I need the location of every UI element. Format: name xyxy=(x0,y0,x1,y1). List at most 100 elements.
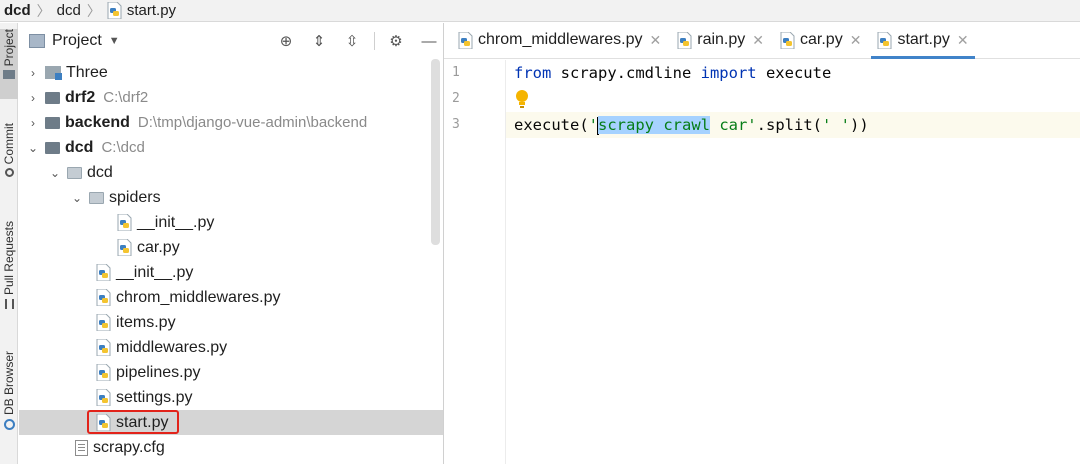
python-file-icon xyxy=(107,2,122,19)
chevron-right-icon[interactable]: › xyxy=(27,91,39,105)
toolstrip-tab-label: DB Browser xyxy=(2,351,16,416)
tree-item-drf2[interactable]: › drf2 C:\drf2 xyxy=(19,85,443,110)
locate-file-icon[interactable]: ⊕ xyxy=(274,29,298,53)
tree-item-chrom-middlewares[interactable]: chrom_middlewares.py xyxy=(19,285,443,310)
python-file-icon xyxy=(96,389,111,406)
python-file-icon xyxy=(877,31,892,49)
chevron-right-icon[interactable]: › xyxy=(27,116,39,130)
tab-label: chrom_middlewares.py xyxy=(478,31,643,48)
project-panel: Project ▼ ⊕ ⇕ ⇳ ⚙ — › Three › drf2 C:\dr… xyxy=(19,23,443,464)
chevron-right-icon[interactable]: › xyxy=(27,66,39,80)
editor: chrom_middlewares.py ✕ rain.py ✕ car.py … xyxy=(444,23,1080,464)
tree-item-label: dcd xyxy=(65,138,94,156)
line-number: 1 xyxy=(452,65,460,80)
tree-item-label: scrapy.cfg xyxy=(93,438,165,456)
expand-all-icon[interactable]: ⇕ xyxy=(307,29,331,53)
close-icon[interactable]: ✕ xyxy=(650,32,662,49)
breadcrumb-project[interactable]: dcd xyxy=(4,2,31,19)
tree-item-three[interactable]: › Three xyxy=(19,60,443,85)
chevron-down-icon[interactable]: ▼ xyxy=(109,35,120,47)
tool-window-strip: Project Commit Pull Requests DB Browser xyxy=(0,23,18,464)
code-line-3: execute('scrapy crawl car'.split(' ')) xyxy=(506,112,1080,138)
tree-item-dcd-root[interactable]: ⌄ dcd C:\dcd xyxy=(19,135,443,160)
project-view-selector[interactable]: Project xyxy=(52,32,102,50)
tab-rain[interactable]: rain.py ✕ xyxy=(671,22,770,58)
tree-item-label: middlewares.py xyxy=(116,338,228,356)
tab-label: car.py xyxy=(800,31,843,48)
project-toolbar: ⊕ ⇕ ⇳ ⚙ — xyxy=(265,23,443,59)
folder-icon xyxy=(45,141,60,154)
tree-item-label: drf2 xyxy=(65,88,96,106)
tab-chrom-middlewares[interactable]: chrom_middlewares.py ✕ xyxy=(452,22,667,58)
collapse-all-icon[interactable]: ⇳ xyxy=(340,29,364,53)
tree-item-label: chrom_middlewares.py xyxy=(116,288,281,306)
tree-item-path: D:\tmp\django-vue-admin\backend xyxy=(137,114,368,131)
toolstrip-tab-project[interactable]: Project xyxy=(0,29,18,99)
tree-item-label: __init__.py xyxy=(137,213,215,231)
tree-item-label: __init__.py xyxy=(116,263,194,281)
tree-item-label: items.py xyxy=(116,313,176,331)
python-file-icon xyxy=(780,31,795,49)
tree-item-start-py[interactable]: start.py xyxy=(19,410,443,435)
project-tree: › Three › drf2 C:\drf2 › backend D:\tmp\… xyxy=(19,60,443,460)
tree-item-dcd-init[interactable]: __init__.py xyxy=(19,260,443,285)
folder-icon xyxy=(45,116,60,129)
tab-car[interactable]: car.py ✕ xyxy=(774,22,867,58)
chevron-down-icon[interactable]: ⌄ xyxy=(71,191,83,205)
chevron-down-icon[interactable]: ⌄ xyxy=(49,166,61,180)
pull-request-icon xyxy=(4,299,14,310)
tab-start[interactable]: start.py ✕ xyxy=(871,22,975,59)
hide-icon[interactable]: — xyxy=(417,29,441,53)
keyword-token: from xyxy=(514,64,552,82)
breadcrumb: dcd 〉 dcd 〉 start.py xyxy=(0,0,1080,22)
gear-icon[interactable]: ⚙ xyxy=(384,29,408,53)
close-icon[interactable]: ✕ xyxy=(850,32,862,49)
tree-item-pipelines-py[interactable]: pipelines.py xyxy=(19,360,443,385)
tree-item-settings-py[interactable]: settings.py xyxy=(19,385,443,410)
editor-tabs: chrom_middlewares.py ✕ rain.py ✕ car.py … xyxy=(444,23,1080,59)
close-icon[interactable]: ✕ xyxy=(752,32,764,49)
tree-item-label: spiders xyxy=(109,188,161,206)
toolstrip-tab-pull-requests[interactable]: Pull Requests xyxy=(0,221,18,325)
line-number-gutter: 1 2 3 xyxy=(444,60,506,464)
tree-item-backend[interactable]: › backend D:\tmp\django-vue-admin\backen… xyxy=(19,110,443,135)
toolstrip-tab-label: Project xyxy=(2,29,16,67)
code-line-1: from scrapy.cmdline import execute xyxy=(506,60,1080,86)
keyword-token: import xyxy=(700,64,757,82)
tree-item-items-py[interactable]: items.py xyxy=(19,310,443,335)
breadcrumb-file[interactable]: start.py xyxy=(107,2,176,19)
chevron-down-icon[interactable]: ⌄ xyxy=(27,141,39,155)
module-folder-icon xyxy=(45,66,62,80)
python-file-icon xyxy=(96,314,111,331)
tree-item-label: dcd xyxy=(87,163,113,181)
code-line-2 xyxy=(506,86,1080,112)
breadcrumb-folder[interactable]: dcd xyxy=(57,2,81,19)
tab-label: start.py xyxy=(897,31,950,48)
tree-item-car-py[interactable]: car.py xyxy=(19,235,443,260)
tree-item-path: C:\drf2 xyxy=(103,89,149,106)
tree-item-spiders-init[interactable]: __init__.py xyxy=(19,210,443,235)
tree-item-spiders[interactable]: ⌄ spiders xyxy=(19,185,443,210)
package-folder-icon xyxy=(67,166,82,179)
tree-item-dcd-package[interactable]: ⌄ dcd xyxy=(19,160,443,185)
breadcrumb-separator-icon: 〉 xyxy=(86,2,101,19)
tree-item-scrapy-cfg[interactable]: scrapy.cfg xyxy=(19,435,443,460)
python-file-icon xyxy=(96,289,111,306)
code-area[interactable]: from scrapy.cmdline import execute execu… xyxy=(506,60,1080,464)
python-file-icon xyxy=(458,31,473,49)
toolstrip-tab-db-browser[interactable]: DB Browser xyxy=(0,351,18,451)
tree-item-label: Three xyxy=(66,63,108,81)
breadcrumb-file-label: start.py xyxy=(126,2,177,19)
name-token: execute xyxy=(756,64,832,82)
tree-item-middlewares-py[interactable]: middlewares.py xyxy=(19,335,443,360)
tree-item-label: pipelines.py xyxy=(116,363,201,381)
python-file-icon xyxy=(96,339,111,356)
lightbulb-icon[interactable] xyxy=(515,89,529,109)
close-icon[interactable]: ✕ xyxy=(957,32,969,49)
line-number: 3 xyxy=(452,117,460,132)
toolstrip-tab-commit[interactable]: Commit xyxy=(0,123,18,199)
module-token: scrapy.cmdline xyxy=(551,64,701,82)
python-file-icon xyxy=(96,264,111,281)
folder-icon xyxy=(45,91,60,104)
python-file-icon xyxy=(96,364,111,381)
